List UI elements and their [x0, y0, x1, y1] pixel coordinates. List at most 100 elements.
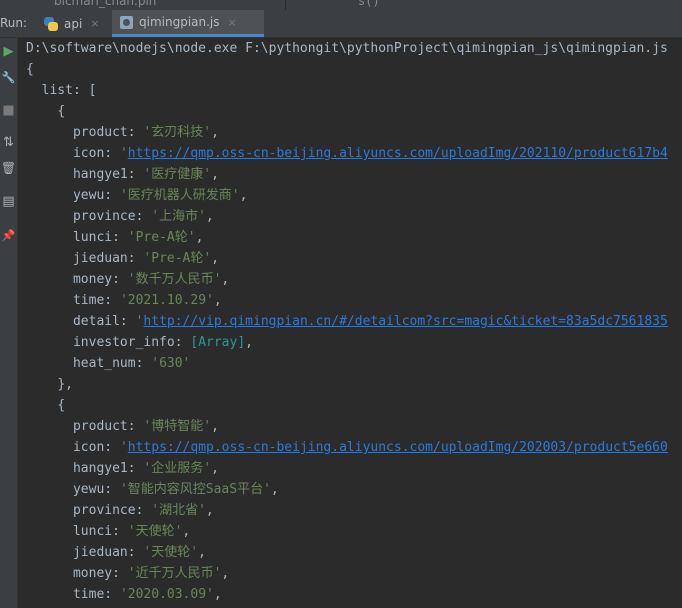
- punctuation: ,: [211, 251, 220, 266]
- run-toolbar: ▶ 🔧 ■ ⇅ 🗑 ▤ 📌: [0, 38, 18, 608]
- console-line: yewu: '智能内容风控SaaS平台',: [26, 479, 279, 500]
- console-line: time: '2021.10.29',: [26, 290, 222, 311]
- property-key: yewu:: [72, 188, 120, 203]
- console-line: jieduan: 'Pre-A轮',: [26, 248, 219, 269]
- tab-api[interactable]: api ×: [36, 10, 108, 37]
- console-line: hangye1: '医疗健康',: [26, 164, 219, 185]
- string-value: '医疗机器人研发商': [119, 188, 240, 203]
- punctuation: ,: [205, 209, 214, 224]
- url-link[interactable]: https://qmp.oss-cn-beijing.aliyuncs.com/…: [128, 440, 668, 455]
- console-line: money: '数千万人民币',: [26, 269, 229, 290]
- console-line: icon: 'https://qmp.oss-cn-beijing.aliyun…: [26, 143, 668, 164]
- string-value: 'Pre-A轮': [143, 251, 212, 266]
- string-quote: ': [119, 440, 128, 455]
- wrench-icon[interactable]: 🔧: [0, 70, 17, 86]
- string-value: '企业服务': [143, 461, 212, 476]
- punctuation: ,: [195, 230, 204, 245]
- string-value: '玄刃科技': [143, 125, 212, 140]
- property-key: province:: [72, 209, 152, 224]
- console-line: product: '博特智能',: [26, 416, 219, 437]
- property-key: hangye1:: [72, 167, 144, 182]
- property-key: province:: [72, 503, 152, 518]
- string-value: '630': [151, 356, 191, 371]
- string-value: '上海市': [151, 209, 206, 224]
- property-key: hangye1:: [72, 461, 144, 476]
- console-line: product: '玄刃科技',: [26, 122, 219, 143]
- console-text: {: [57, 398, 66, 413]
- console-line: D:\software\nodejs\node.exe F:\pythongit…: [26, 38, 668, 59]
- close-icon[interactable]: ×: [228, 16, 237, 29]
- tab-qimingpian-js[interactable]: qimingpian.js ×: [112, 10, 264, 37]
- punctuation: ,: [211, 419, 219, 434]
- property-key: detail:: [72, 314, 136, 329]
- string-value: '数千万人民币': [127, 272, 222, 287]
- console-line: province: '上海市',: [26, 206, 214, 227]
- punctuation: ,: [198, 545, 206, 560]
- string-quote: ': [119, 146, 128, 161]
- console-text: list: [: [41, 83, 97, 98]
- property-key: product:: [72, 419, 144, 434]
- punctuation: ,: [211, 125, 219, 140]
- top-window-strip: bicmari_chan.pin s(): [0, 0, 682, 10]
- property-key: lunci:: [72, 230, 128, 245]
- punctuation: ,: [182, 524, 191, 539]
- punctuation: ,: [213, 293, 222, 308]
- console-line: lunci: 'Pre-A轮',: [26, 227, 203, 248]
- console-output[interactable]: D:\software\nodejs\node.exe F:\pythongit…: [18, 38, 682, 608]
- punctuation: ,: [205, 503, 214, 518]
- console-line: time: '2020.03.09',: [26, 584, 222, 605]
- console-line: investor_info: [Array],: [26, 332, 253, 353]
- property-key: icon:: [72, 440, 120, 455]
- console-line: {: [26, 59, 34, 80]
- console-line: province: '湖北省',: [26, 500, 214, 521]
- run-icon[interactable]: ▶: [0, 44, 17, 60]
- url-link[interactable]: http://vip.qimingpian.cn/#/detailcom?src…: [143, 314, 667, 329]
- console-line: detail: 'http://vip.qimingpian.cn/#/deta…: [26, 311, 668, 332]
- layout-icon[interactable]: ▤: [0, 194, 17, 210]
- stop-icon[interactable]: ■: [0, 103, 17, 119]
- trash-icon[interactable]: 🗑: [0, 160, 17, 176]
- property-key: jieduan:: [72, 251, 144, 266]
- console-line: yewu: '医疗机器人研发商',: [26, 185, 247, 206]
- javascript-icon: [120, 15, 133, 29]
- punctuation: ,: [213, 587, 222, 602]
- close-icon[interactable]: ×: [90, 17, 99, 30]
- string-value: '湖北省': [151, 503, 206, 518]
- sort-lines-icon[interactable]: ⇅: [0, 135, 17, 151]
- string-value: '2021.10.29': [119, 293, 214, 308]
- top-strip-code-stub: s(): [358, 0, 380, 8]
- string-value: '智能内容风控SaaS平台': [119, 482, 271, 497]
- console-text: {: [26, 62, 34, 77]
- string-value: '医疗健康': [143, 167, 212, 182]
- pin-icon[interactable]: 📌: [0, 228, 17, 244]
- punctuation: ,: [245, 335, 253, 350]
- console-line: {: [26, 101, 65, 122]
- python-icon: [44, 16, 58, 31]
- console-line: jieduan: '天使轮',: [26, 542, 206, 563]
- string-value: 'Pre-A轮': [127, 230, 196, 245]
- string-value: '近千万人民币': [127, 566, 222, 581]
- console-line: list: [: [26, 80, 97, 101]
- url-link[interactable]: https://qmp.oss-cn-beijing.aliyuncs.com/…: [128, 146, 668, 161]
- property-key: heat_num:: [72, 356, 152, 371]
- top-strip-filename: bicmari_chan.pin: [54, 0, 157, 8]
- console-line: hangye1: '企业服务',: [26, 458, 219, 479]
- top-strip-divider: [285, 0, 286, 10]
- console-line: {: [26, 395, 65, 416]
